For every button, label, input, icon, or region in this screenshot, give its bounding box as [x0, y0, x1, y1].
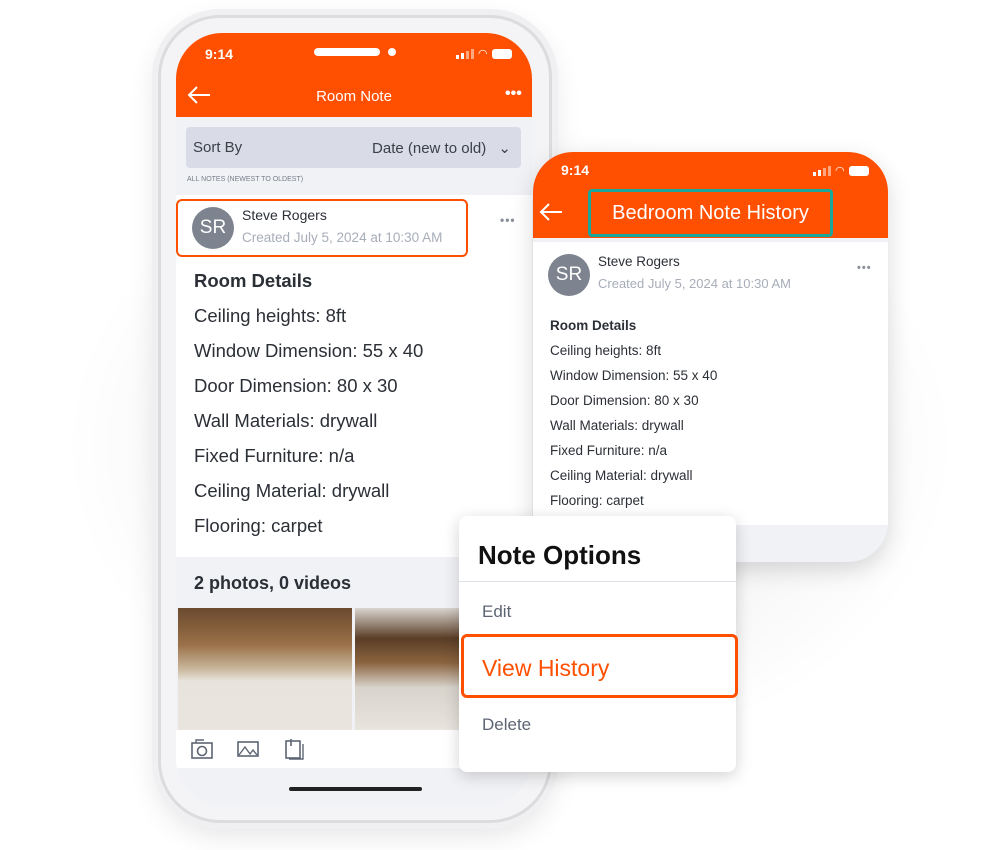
note-line: Fixed Furniture: n/a: [550, 443, 668, 458]
notch: [314, 48, 380, 56]
photo-thumbnail[interactable]: [178, 608, 352, 730]
note-line: Flooring: carpet: [194, 515, 323, 536]
note-line: Window Dimension: 55 x 40: [194, 340, 424, 361]
note-line: Ceiling Material: drywall: [194, 480, 390, 501]
battery-icon: [848, 165, 869, 176]
chevron-down-icon: ⌄: [498, 139, 511, 157]
note-line: Fixed Furniture: n/a: [194, 445, 355, 466]
status-time: 9:14: [561, 162, 590, 178]
menu-item-delete[interactable]: Delete: [482, 715, 531, 735]
camera-icon[interactable]: [190, 738, 214, 760]
note-line: Window Dimension: 55 x 40: [550, 368, 718, 383]
created-date: Created July 5, 2024 at 10:30 AM: [242, 230, 443, 245]
note-line: Door Dimension: 80 x 30: [550, 393, 699, 408]
note-options-menu: Note Options Edit View History Delete: [459, 516, 738, 772]
note-heading: Room Details: [550, 318, 637, 333]
note-history-screen: 9:14 ◠ Bedroom Note History SR Steve Rog…: [533, 152, 888, 562]
note-card[interactable]: SR Steve Rogers Created July 5, 2024 at …: [176, 195, 532, 557]
menu-title: Note Options: [478, 540, 642, 570]
menu-divider: [459, 581, 736, 582]
author-name: Steve Rogers: [242, 207, 327, 223]
list-caption: ALL NOTES (NEWEST TO OLDEST): [187, 176, 304, 183]
wifi-icon: ◠: [835, 165, 845, 177]
battery-icon: [491, 48, 512, 59]
created-date: Created July 5, 2024 at 10:30 AM: [598, 276, 791, 291]
avatar: SR: [192, 207, 234, 249]
note-line: Wall Materials: drywall: [550, 418, 684, 433]
history-title: Bedroom Note History: [588, 189, 833, 237]
ellipsis-icon[interactable]: •••: [505, 85, 522, 103]
clipboard-icon[interactable]: [282, 738, 306, 760]
status-icons: ◠: [813, 164, 869, 177]
note-more-icon[interactable]: •••: [500, 213, 516, 227]
note-line: Door Dimension: 80 x 30: [194, 375, 398, 396]
arrow-left-icon[interactable]: [538, 202, 564, 222]
history-note-card: SR Steve Rogers Created July 5, 2024 at …: [533, 242, 888, 525]
note-line: Flooring: carpet: [550, 493, 644, 508]
author-name: Steve Rogers: [598, 254, 680, 269]
note-line: Ceiling heights: 8ft: [194, 305, 347, 326]
note-more-icon[interactable]: •••: [857, 262, 872, 274]
image-icon[interactable]: [236, 738, 260, 760]
camera-dot: [388, 48, 396, 56]
menu-item-edit[interactable]: Edit: [482, 602, 511, 622]
avatar: SR: [548, 254, 590, 296]
signal-icon: [813, 165, 831, 176]
sort-dropdown[interactable]: Sort By Date (new to old) ⌄: [186, 127, 521, 168]
signal-icon: [456, 48, 474, 59]
wifi-icon: ◠: [478, 48, 488, 60]
header: 9:14 ◠ Room Note •••: [176, 33, 532, 117]
note-heading: Room Details: [194, 270, 313, 291]
note-line: Wall Materials: drywall: [194, 410, 378, 431]
sort-label: Sort By: [193, 139, 243, 156]
menu-item-view-history[interactable]: View History: [482, 655, 609, 682]
sort-value: Date (new to old): [372, 139, 487, 157]
note-line: Ceiling heights: 8ft: [550, 343, 662, 358]
home-indicator: [289, 787, 422, 791]
page-title: Room Note: [316, 88, 392, 105]
status-time: 9:14: [205, 46, 234, 62]
note-line: Ceiling Material: drywall: [550, 468, 693, 483]
history-header: 9:14 ◠ Bedroom Note History: [533, 152, 888, 238]
status-icons: ◠: [456, 47, 512, 60]
